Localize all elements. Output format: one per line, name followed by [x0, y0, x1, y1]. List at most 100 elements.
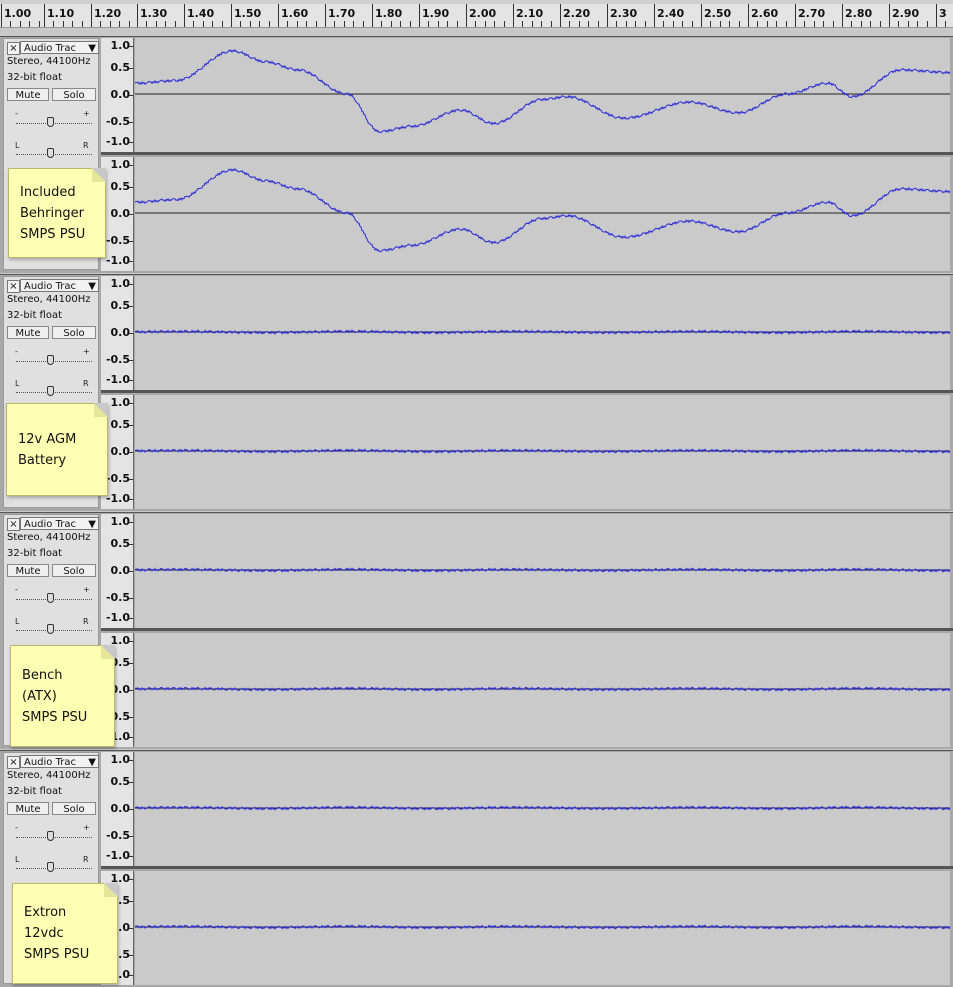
- gain-slider[interactable]: [16, 361, 92, 363]
- pan-slider[interactable]: [16, 868, 92, 870]
- ruler-minor-tick: [860, 21, 862, 27]
- chevron-down-icon: ▼: [88, 281, 96, 292]
- axis-tick-mark: [129, 479, 133, 480]
- ruler-minor-tick: [475, 21, 477, 27]
- mute-button[interactable]: Mute: [7, 564, 49, 577]
- pan-slider[interactable]: [16, 154, 92, 156]
- waveform-plot: [135, 448, 950, 454]
- axis-tick-mark: [129, 737, 133, 738]
- ruler-major-tick: [513, 4, 514, 27]
- close-track-button[interactable]: ×: [7, 42, 20, 55]
- ruler-minor-tick: [249, 21, 251, 27]
- mute-button[interactable]: Mute: [7, 802, 49, 815]
- gain-slider[interactable]: [16, 837, 92, 839]
- pan-left-label: L: [15, 617, 20, 626]
- ruler-major-tick: [748, 4, 749, 27]
- sticky-note-line: Bench: [22, 667, 63, 683]
- sticky-note-label: Bench (ATX) SMPS PSU: [10, 645, 115, 747]
- close-track-button[interactable]: ×: [7, 518, 20, 531]
- close-track-button[interactable]: ×: [7, 280, 20, 293]
- ruler-minor-tick: [907, 21, 909, 27]
- gain-slider[interactable]: [16, 599, 92, 601]
- waveform-trace: [135, 567, 950, 573]
- sticky-note-line: SMPS PSU: [20, 226, 86, 242]
- axis-tick-mark: [129, 380, 133, 381]
- solo-button[interactable]: Solo: [52, 564, 96, 577]
- waveform-channel[interactable]: [135, 157, 950, 271]
- track-bit-depth-label: 32-bit float: [7, 72, 63, 83]
- waveform-channel[interactable]: [135, 752, 950, 866]
- axis-tick-mark: [129, 284, 133, 285]
- close-track-button[interactable]: ×: [7, 756, 20, 769]
- ruler-major-tick: [560, 4, 561, 27]
- ruler-major-tick: [278, 4, 279, 27]
- axis-tick-mark: [129, 598, 133, 599]
- ruler-minor-tick: [10, 21, 12, 27]
- ruler-tick-label: 3: [939, 7, 947, 20]
- ruler-minor-tick: [62, 21, 64, 27]
- note-fold-corner: [94, 403, 108, 417]
- solo-button[interactable]: Solo: [52, 802, 96, 815]
- waveform-channel[interactable]: [135, 633, 950, 747]
- gain-slider-handle[interactable]: [47, 355, 54, 365]
- waveform-channel[interactable]: [135, 276, 950, 390]
- sticky-note-label: 12v AGM Battery: [6, 403, 108, 496]
- ruler-minor-tick: [663, 21, 665, 27]
- track-name-menu[interactable]: Audio Trac ▼: [20, 41, 99, 54]
- ruler-tick-label: 1.70: [328, 7, 356, 20]
- waveform-channel[interactable]: [135, 871, 950, 985]
- axis-tick-label: 0.0: [110, 88, 131, 101]
- axis-tick-mark: [129, 499, 133, 500]
- waveform-channel[interactable]: [135, 514, 950, 628]
- waveform-trace: [135, 686, 950, 692]
- audio-track: × Audio Trac ▼ Stereo, 44100Hz 32-bit float M…: [0, 750, 953, 987]
- pan-slider[interactable]: [16, 630, 92, 632]
- ruler-minor-tick: [456, 21, 458, 27]
- waveform-plot: [135, 567, 950, 573]
- axis-tick-mark: [129, 261, 133, 262]
- gain-plus-label: +: [83, 585, 90, 594]
- ruler-minor-tick: [174, 21, 176, 27]
- waveform-channel[interactable]: [135, 38, 950, 152]
- solo-button[interactable]: Solo: [52, 88, 96, 101]
- gain-slider-handle[interactable]: [47, 831, 54, 841]
- ruler-tick-label: 1.10: [47, 7, 75, 20]
- ruler-tick-label: 2.20: [563, 7, 591, 20]
- ruler-tick-label: 2.00: [469, 7, 497, 20]
- pan-slider-handle[interactable]: [47, 148, 54, 158]
- ruler-major-tick: [419, 4, 420, 27]
- track-name-menu[interactable]: Audio Trac ▼: [20, 517, 99, 530]
- ruler-minor-tick: [898, 21, 900, 27]
- channel-amplitude-axis: 1.0 0.5 0.0 -0.5 -1.0: [101, 514, 134, 628]
- gain-slider-handle[interactable]: [47, 117, 54, 127]
- ruler-minor-tick: [109, 21, 111, 27]
- pan-slider-handle[interactable]: [47, 862, 54, 872]
- track-name-menu[interactable]: Audio Trac ▼: [20, 755, 99, 768]
- gain-minus-label: -: [15, 347, 18, 356]
- ruler-minor-tick: [870, 21, 872, 27]
- solo-button[interactable]: Solo: [52, 326, 96, 339]
- pan-right-label: R: [83, 855, 89, 864]
- gain-minus-label: -: [15, 585, 18, 594]
- gain-slider[interactable]: [16, 123, 92, 125]
- pan-slider[interactable]: [16, 392, 92, 394]
- mute-button[interactable]: Mute: [7, 88, 49, 101]
- track-bit-depth-label: 32-bit float: [7, 786, 63, 797]
- waveform-channel[interactable]: [135, 395, 950, 509]
- ruler-minor-tick: [635, 21, 637, 27]
- audio-track: × Audio Trac ▼ Stereo, 44100Hz 32-bit float M…: [0, 274, 953, 511]
- mute-button[interactable]: Mute: [7, 326, 49, 339]
- gain-slider-handle[interactable]: [47, 593, 54, 603]
- axis-tick-mark: [129, 122, 133, 123]
- axis-tick-mark: [129, 425, 133, 426]
- ruler-minor-tick: [146, 21, 148, 27]
- pan-slider-handle[interactable]: [47, 386, 54, 396]
- ruler-minor-tick: [193, 21, 195, 27]
- ruler-minor-tick: [72, 21, 74, 27]
- pan-slider-handle[interactable]: [47, 624, 54, 634]
- axis-tick-mark: [129, 618, 133, 619]
- timeline-ruler[interactable]: 1.00 1.10 1.20 1.30 1.40 1.50 1.60 1.70 1.80 1.90…: [0, 0, 953, 28]
- axis-tick-mark: [129, 46, 133, 47]
- axis-tick-mark: [129, 901, 133, 902]
- track-name-menu[interactable]: Audio Trac ▼: [20, 279, 99, 292]
